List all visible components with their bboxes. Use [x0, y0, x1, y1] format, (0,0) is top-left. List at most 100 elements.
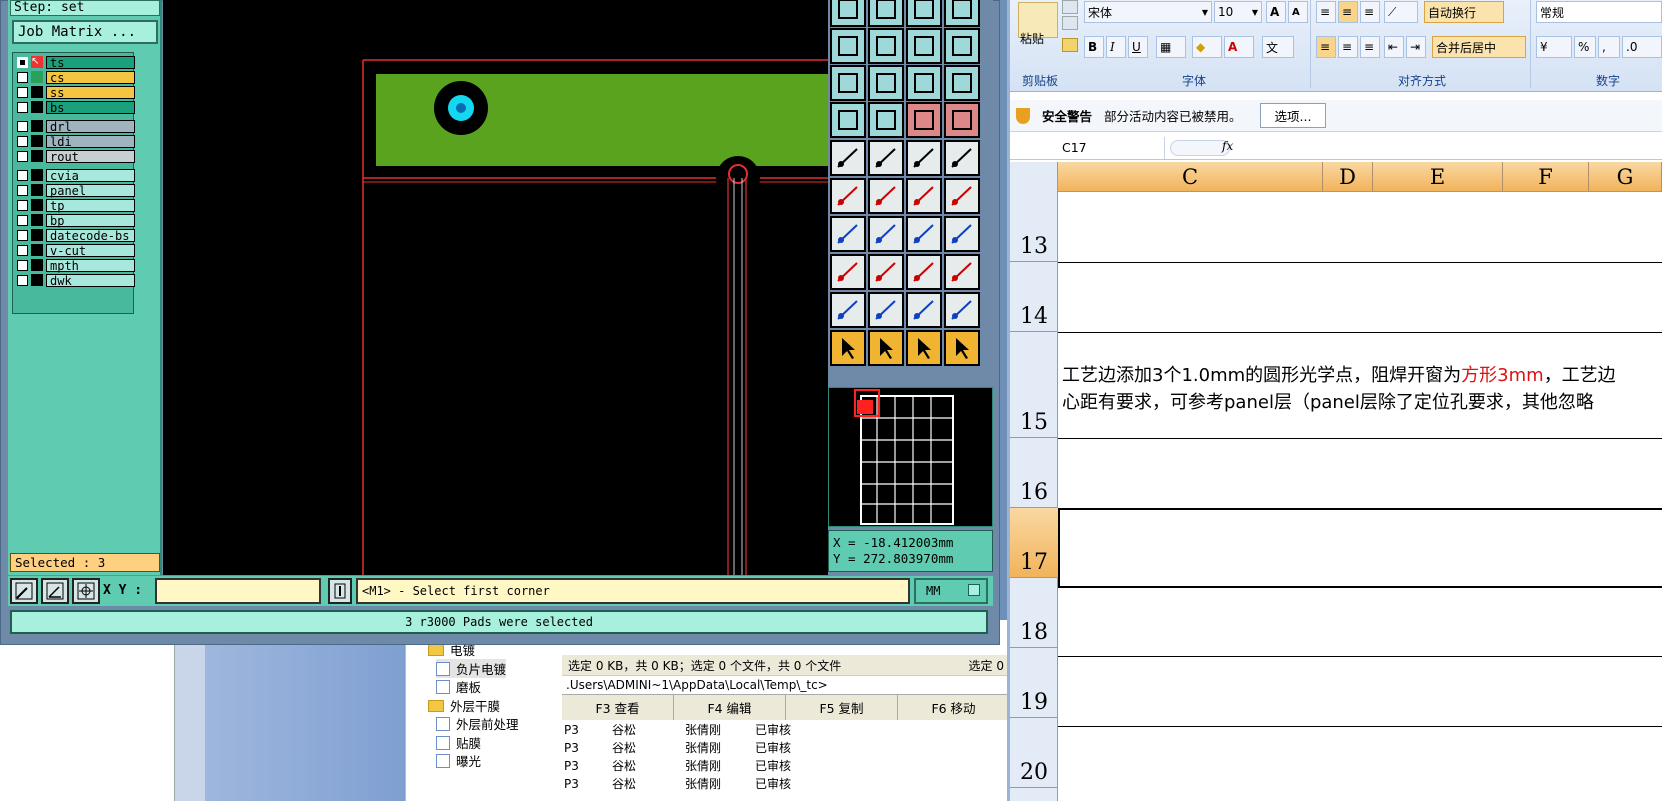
layer-checkbox[interactable] [17, 135, 28, 147]
row-header[interactable]: 15 [1010, 332, 1058, 438]
grid-mode-button[interactable] [72, 578, 100, 604]
snap-tool-button[interactable] [830, 254, 866, 290]
cross-tool-button[interactable] [868, 178, 904, 214]
layer-checkbox[interactable] [17, 101, 28, 113]
angle-tool-button[interactable] [830, 216, 866, 252]
tree-item[interactable]: 磨板 [436, 677, 481, 696]
list-item[interactable]: P3 谷松 张倩刚 已审核 [560, 756, 810, 775]
pointer3-tool-button[interactable] [906, 330, 942, 366]
layer-checkbox[interactable] [17, 229, 28, 241]
graphic-canvas[interactable] [163, 0, 828, 575]
target-tool-button[interactable] [830, 140, 866, 176]
bold-button[interactable]: B [1084, 36, 1104, 58]
scale-tool-button[interactable] [906, 65, 942, 101]
xy-input[interactable] [155, 578, 321, 604]
link2-tool-button[interactable] [944, 178, 980, 214]
function-key-button[interactable]: F3 查看 [562, 695, 674, 720]
column-header-d[interactable]: D [1323, 162, 1373, 192]
dash-tool-button[interactable] [868, 254, 904, 290]
measure-tool-button[interactable] [906, 254, 942, 290]
underline-button[interactable]: U [1128, 36, 1148, 58]
layer-row-7[interactable]: cvia [17, 168, 135, 182]
layer-row-8[interactable]: panel [17, 183, 135, 197]
align-center-button[interactable]: ≡ [1338, 36, 1358, 58]
job-matrix-button[interactable]: Job Matrix ... [12, 20, 158, 44]
comma-button[interactable]: , [1598, 36, 1620, 58]
align-bottom-button[interactable]: ≡ [1360, 1, 1380, 23]
accounting-button[interactable]: ¥ [1536, 36, 1572, 58]
angle-mode-button[interactable] [41, 578, 69, 604]
cell-c15-text[interactable]: 工艺边添加3个1.0mm的圆形光学点，阻焊开窗为方形3mm，工艺边 心距有要求，… [1062, 362, 1662, 416]
cube-tool-button[interactable] [868, 140, 904, 176]
row-header[interactable]: 19 [1010, 648, 1058, 718]
row-header[interactable]: 20 [1010, 718, 1058, 788]
curve-tool-button[interactable] [944, 28, 980, 64]
table-tool-button[interactable] [944, 0, 980, 27]
link-tool-button[interactable] [906, 178, 942, 214]
command-path[interactable]: .Users\ADMINI~1\AppData\Local\Temp\_tc> [562, 675, 1010, 693]
decimal-button[interactable]: .0 [1622, 36, 1662, 58]
column-header-g[interactable]: G [1589, 162, 1662, 192]
layer-row-13[interactable]: mpth [17, 258, 135, 272]
tri4-tool-button[interactable] [944, 292, 980, 328]
folder-tree[interactable]: 沉铜电镀负片电镀磨板外层干膜外层前处理贴膜曝光 [405, 620, 560, 801]
layer-row-5[interactable]: ldi [17, 134, 135, 148]
borders-button[interactable]: ▦ [1156, 36, 1186, 58]
pointer2-tool-button[interactable] [868, 330, 904, 366]
fx-icon[interactable]: fx [1222, 139, 1233, 153]
layer-checkbox[interactable] [17, 120, 28, 132]
layer-row-2[interactable]: ss [17, 85, 135, 99]
percent-button[interactable]: % [1574, 36, 1596, 58]
expand-tool-button[interactable] [830, 65, 866, 101]
pointer-tool-button[interactable] [830, 330, 866, 366]
function-key-button[interactable]: F4 编辑 [674, 695, 786, 720]
tri2-tool-button[interactable] [868, 292, 904, 328]
list-item[interactable]: P3 谷松 张倩刚 已审核 [560, 720, 810, 739]
layer-row-10[interactable]: bp [17, 213, 135, 227]
layer-row-9[interactable]: tp [17, 198, 135, 212]
list-item[interactable]: P3 谷松 张倩刚 已审核 [560, 774, 810, 793]
tri3-tool-button[interactable] [906, 292, 942, 328]
format-painter-icon[interactable] [1062, 38, 1078, 52]
rect-tool-button[interactable] [830, 0, 866, 27]
tree-item[interactable]: 外层干膜 [428, 696, 500, 715]
column-header-f[interactable]: F [1503, 162, 1589, 192]
layer-row-0[interactable]: ↖ ts [17, 55, 135, 69]
snap-mode-button[interactable] [10, 578, 38, 604]
row-header[interactable]: 14 [1010, 262, 1058, 332]
layer-checkbox[interactable] [17, 56, 28, 68]
layer-checkbox[interactable] [17, 214, 28, 226]
row-header[interactable]: 13 [1010, 192, 1058, 262]
layer-row-1[interactable]: cs [17, 70, 135, 84]
fill-color-button[interactable]: ◆ [1192, 36, 1222, 58]
tri-tool-button[interactable] [830, 292, 866, 328]
wrap-text-button[interactable]: 自动换行 [1424, 1, 1504, 23]
tree-item[interactable]: 负片电镀 [436, 659, 507, 678]
tree-item[interactable]: 外层前处理 [436, 714, 519, 733]
net-tool-button[interactable] [906, 102, 942, 138]
name-box[interactable]: C17 [1010, 137, 1165, 159]
copy-icon[interactable] [1062, 16, 1078, 30]
shrink-font-button[interactable]: A [1288, 1, 1308, 23]
net2-tool-button[interactable] [944, 102, 980, 138]
number-format-select[interactable]: 常规 [1536, 1, 1662, 23]
decrease-indent-button[interactable]: ⇤ [1384, 36, 1404, 58]
help-tool-button[interactable] [944, 65, 980, 101]
units-selector[interactable]: MM [914, 578, 988, 604]
column-header-e[interactable]: E [1373, 162, 1503, 192]
layer-checkbox[interactable] [17, 244, 28, 256]
fit-tool-button[interactable] [868, 65, 904, 101]
node-tool-button[interactable] [830, 178, 866, 214]
arrow-box-tool-button[interactable] [868, 28, 904, 64]
pointer4-tool-button[interactable] [944, 330, 980, 366]
layer-row-12[interactable]: v-cut [17, 243, 135, 257]
copy-tool-button[interactable] [944, 254, 980, 290]
frame-tool-button[interactable] [830, 28, 866, 64]
layer-checkbox[interactable] [17, 259, 28, 271]
split-tool-button[interactable] [944, 216, 980, 252]
column-header-c[interactable]: C [1058, 162, 1323, 192]
layer-row-3[interactable]: bs [17, 100, 135, 114]
increase-indent-button[interactable]: ⇥ [1406, 36, 1426, 58]
align-right-button[interactable]: ≡ [1360, 36, 1380, 58]
grow-font-button[interactable]: A [1266, 1, 1286, 23]
